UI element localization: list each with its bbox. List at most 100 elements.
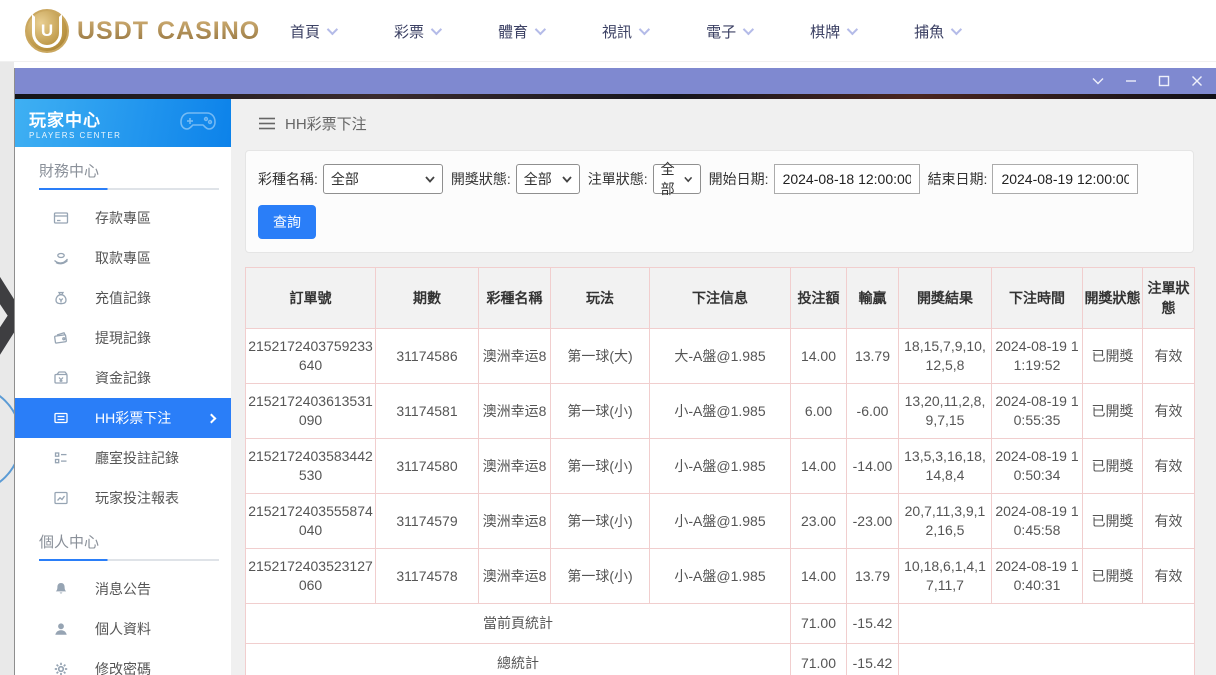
table-cell: 已開獎 [1082, 328, 1143, 384]
table-cell: 澳洲幸运8 [478, 438, 551, 494]
lottery-name-label: 彩種名稱: [258, 171, 318, 187]
table-cell: 澳洲幸运8 [478, 493, 551, 549]
sidebar-item-deposit-zone[interactable]: 存款專區 [15, 198, 231, 238]
table-cell: 23.00 [790, 493, 847, 549]
table-cell: 31174578 [375, 548, 479, 604]
col-header-bet-amount: 投注額 [790, 267, 847, 329]
table-cell: 已開獎 [1082, 493, 1143, 549]
nav-item-sports[interactable]: 體育 [498, 21, 547, 42]
select-value: 全部 [330, 171, 359, 187]
table-cell: 小-A盤@1.985 [649, 548, 791, 604]
start-date-input[interactable] [773, 164, 920, 194]
footer-bet-total: 71.00 [790, 643, 847, 675]
nav-item-fishing[interactable]: 捕魚 [914, 21, 963, 42]
bet-table-body: 2152172403759233640 31174586 澳洲幸运8 第一球(大) 大-… [245, 328, 1195, 604]
maximize-icon[interactable] [1157, 74, 1171, 88]
table-cell: 10,18,6,1,4,17,11,7 [898, 548, 992, 604]
table-cell: 小-A盤@1.985 [649, 383, 791, 439]
window-titlebar[interactable] [15, 68, 1216, 94]
desktop-background: X 玩家中心 PLAYERS CENTER [0, 62, 1216, 675]
background-x-decoration: X [0, 258, 14, 378]
sidebar-item-profile[interactable]: 個人資料 [15, 609, 231, 649]
table-cell: 31174581 [375, 383, 479, 439]
nav-item-home[interactable]: 首頁 [290, 21, 339, 42]
close-icon[interactable] [1190, 74, 1204, 88]
draw-status-select[interactable]: 全部 [515, 164, 580, 194]
table-cell: 有效 [1142, 493, 1195, 549]
table-cell: 13.79 [846, 328, 899, 384]
table-cell: -6.00 [846, 383, 899, 439]
nav-item-live[interactable]: 視訊 [602, 21, 651, 42]
footer-label: 當前頁統計 [245, 603, 791, 644]
section-divider [39, 559, 219, 561]
table-cell: 2024-08-19 10:40:31 [991, 548, 1083, 604]
hamburger-icon[interactable] [259, 117, 275, 130]
sidebar-item-withdraw-zone[interactable]: 取款專區 [15, 238, 231, 278]
table-cell: 2152172403583442530 [245, 438, 376, 494]
col-header-bet-time: 下注時間 [991, 267, 1083, 329]
chevron-right-icon [206, 413, 217, 423]
gamepad-icon [179, 107, 217, 138]
sidebar-item-fund-record[interactable]: 資金記錄 [15, 358, 231, 398]
table-cell: 2024-08-19 10:45:58 [991, 493, 1083, 549]
filter-panel: 彩種名稱: 全部 開獎狀態: 全部 注單狀態: 全部 開始日期: 2024-08… [245, 150, 1194, 253]
draw-status-label: 開獎狀態: [450, 171, 511, 187]
nav-item-lottery[interactable]: 彩票 [394, 21, 443, 42]
order-status-select[interactable]: 全部 [652, 161, 701, 197]
table-cell: 18,15,7,9,10,12,5,8 [898, 328, 992, 384]
table-row: 2152172403523127060 31174578 澳洲幸运8 第一球(小) 小-… [245, 548, 1195, 604]
nav-item-slots[interactable]: 電子 [706, 21, 755, 42]
minimize-icon[interactable] [1124, 74, 1138, 88]
lottery-name-select[interactable]: 全部 [322, 164, 443, 194]
table-cell: 第一球(小) [550, 493, 650, 549]
section-title-finance: 財務中心 [39, 163, 100, 180]
sidebar-item-label: 充值記錄 [95, 290, 151, 306]
table-cell: 2152172403613531090 [245, 383, 376, 439]
chevron-down-icon [742, 23, 755, 36]
nav-item-cards[interactable]: 棋牌 [810, 21, 859, 42]
chevron-down-icon [326, 23, 339, 36]
col-header-draw-status: 開獎狀態 [1082, 267, 1143, 329]
table-cell: 有效 [1142, 548, 1195, 604]
footer-bet-total: 71.00 [790, 603, 847, 644]
table-cell: 2152172403555874040 [245, 493, 376, 549]
sidebar-item-announcements[interactable]: 消息公告 [15, 569, 231, 609]
logo-coin-icon: U [25, 9, 69, 53]
select-value: 全部 [523, 171, 552, 187]
select-value: 全部 [660, 161, 675, 197]
sidebar-item-recharge-record[interactable]: 充值記錄 [15, 278, 231, 318]
sidebar-item-player-bet-report[interactable]: 玩家投注報表 [15, 478, 231, 518]
search-button[interactable]: 查詢 [258, 205, 316, 239]
table-cell: 澳洲幸运8 [478, 548, 551, 604]
table-cell: 大-A盤@1.985 [649, 328, 791, 384]
footer-winloss-total: -15.42 [846, 643, 899, 675]
sidebar-item-change-password[interactable]: 修改密碼 [15, 649, 231, 675]
sidebar-item-hh-lottery-bet[interactable]: HH彩票下注 [15, 398, 231, 438]
sidebar-item-label: 資金記錄 [95, 370, 151, 386]
col-header-lottery-name: 彩種名稱 [478, 267, 551, 329]
nav-label: 棋牌 [810, 23, 841, 41]
sidebar-item-room-bet-record[interactable]: 廳室投註記錄 [15, 438, 231, 478]
table-cell: 31174579 [375, 493, 479, 549]
chevron-down-icon [562, 175, 572, 183]
table-cell: 已開獎 [1082, 383, 1143, 439]
table-cell: 已開獎 [1082, 438, 1143, 494]
table-cell: 13.79 [846, 548, 899, 604]
brand-logo[interactable]: U USDT CASINO [25, 9, 260, 53]
table-cell: 2024-08-19 11:19:52 [991, 328, 1083, 384]
section-divider [39, 188, 219, 190]
sidebar-item-label: 廳室投註記錄 [95, 450, 179, 466]
table-cell: 第一球(小) [550, 438, 650, 494]
col-header-bet-info: 下注信息 [649, 267, 791, 329]
table-cell: 14.00 [790, 548, 847, 604]
table-cell: 14.00 [790, 438, 847, 494]
sidebar-item-withdrawal-record[interactable]: 提現記錄 [15, 318, 231, 358]
sidebar-item-label: 玩家投注報表 [95, 490, 179, 506]
chevron-down-icon [534, 23, 547, 36]
end-date-input[interactable] [992, 164, 1139, 194]
chevron-down-icon[interactable] [1091, 74, 1105, 88]
sidebar-item-label: 修改密碼 [95, 661, 151, 675]
table-cell: 澳洲幸运8 [478, 383, 551, 439]
breadcrumb: HH彩票下注 [231, 99, 1216, 134]
section-title-personal: 個人中心 [39, 534, 100, 551]
